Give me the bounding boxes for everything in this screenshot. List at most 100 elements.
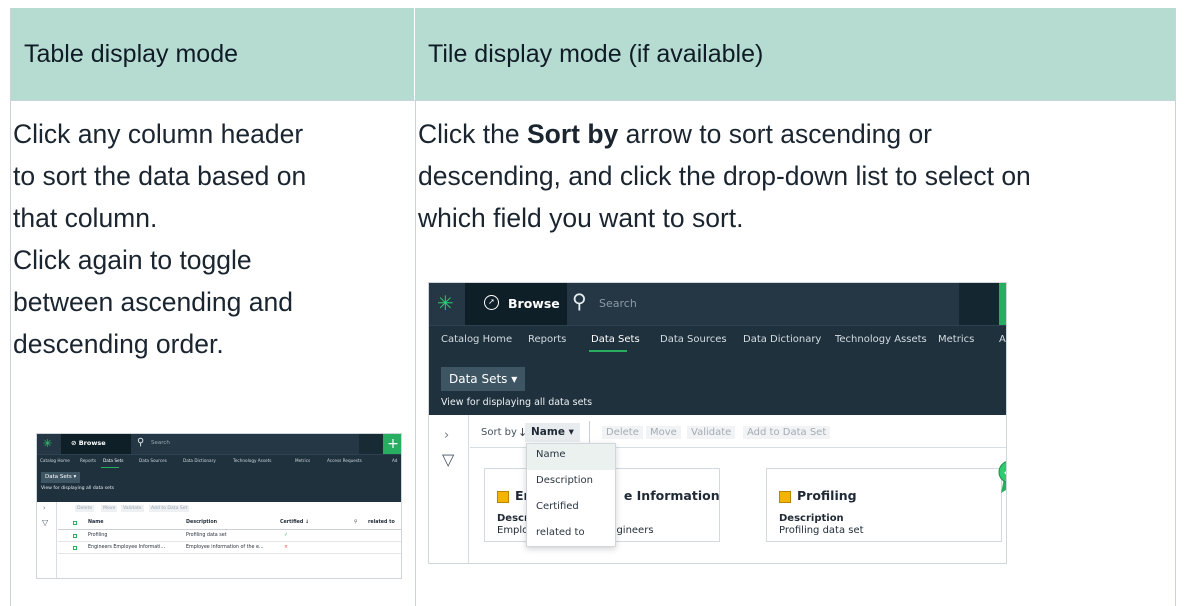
tile-description-value: Profiling data set (779, 525, 864, 536)
filter-icon[interactable]: ▽ (442, 450, 454, 469)
browse-label: Browse (78, 439, 106, 447)
nav-data-dictionary[interactable]: Data Dictionary (183, 458, 216, 463)
tile-card[interactable]: Profiling Description Profiling data set (766, 468, 1002, 542)
add-icon[interactable]: + (383, 434, 401, 454)
chevron-right-icon[interactable]: › (444, 428, 449, 443)
top-bar-spacer (959, 283, 999, 325)
search-icon[interactable]: ⚲ (572, 289, 587, 313)
cell-name[interactable]: Engineers Employee Informati... (88, 545, 165, 550)
dropdown-option-name[interactable]: Name (527, 444, 615, 470)
nav-more[interactable]: Ad (392, 458, 397, 463)
nav-data-sets[interactable]: Data Sets (591, 334, 640, 345)
nav-metrics[interactable]: Metrics (938, 334, 974, 345)
table-icon (779, 491, 791, 503)
data-table: Name Description Certified ↓ ⚲ related t… (58, 517, 401, 554)
instruction-line: which field you want to sort. (418, 203, 744, 233)
validate-button[interactable]: Validate (121, 505, 144, 512)
nav-data-sources[interactable]: Data Sources (139, 458, 167, 463)
view-header: Data Sets ▾ View for displaying all data… (37, 468, 401, 502)
dropdown-option-certified[interactable]: Certified (527, 496, 615, 522)
toolbar-separator (589, 421, 590, 445)
not-certified-icon: × (284, 545, 289, 550)
cell-description: Profiling data set (186, 533, 227, 538)
instruction-line: descending, and click the drop-down list… (418, 161, 1031, 191)
table-header-row: Name Description Certified ↓ ⚲ related t… (58, 517, 401, 530)
search-icon[interactable]: ⚲ (137, 437, 144, 448)
tile-title[interactable]: Profiling (797, 488, 857, 503)
nav-data-dictionary[interactable]: Data Dictionary (743, 334, 821, 345)
data-sets-view-button[interactable]: Data Sets ▾ (441, 367, 526, 391)
tile-description-label: Description (779, 513, 844, 524)
app-nav-bar: Catalog Home Reports Data Sets Data Sour… (37, 454, 401, 469)
column-header-related-to[interactable]: related to (368, 520, 395, 525)
side-panel (37, 502, 57, 578)
data-sets-view-button[interactable]: Data Sets ▾ (41, 472, 81, 483)
delete-button[interactable]: Delete (75, 505, 95, 512)
sort-by-label: Sort by (481, 427, 517, 438)
header-table-display-mode: Table display mode (11, 8, 415, 100)
nav-access-requests[interactable]: Access R (999, 334, 1006, 345)
dropdown-option-description[interactable]: Description (527, 470, 615, 496)
view-header: Data Sets ▾ View for displaying all data… (429, 353, 1006, 415)
column-header-description[interactable]: Description (186, 520, 217, 525)
browse-button[interactable]: ⊘ Browse (71, 439, 106, 447)
active-tab-underline (589, 350, 627, 352)
tile-mode-screenshot: ✳ ➚ Browse ⚲ Search + Catalog Home Repor… (428, 282, 1007, 564)
table-header-row: Table display mode Tile display mode (if… (11, 8, 1175, 100)
search-input[interactable]: Search (151, 440, 170, 446)
nav-access-requests[interactable]: Access Requests (327, 458, 362, 463)
certified-check-icon: ✓ (284, 533, 289, 538)
table-row[interactable]: Profiling Profiling data set ✓ (58, 530, 401, 542)
cell-name[interactable]: Profiling (88, 533, 107, 538)
compass-icon: ⊘ (71, 439, 79, 447)
nav-metrics[interactable]: Metrics (295, 458, 310, 463)
instruction-line: Click any column header (13, 119, 304, 149)
tile-mode-instructions: Click the Sort by arrow to sort ascendin… (418, 113, 1158, 239)
dropdown-option-related-to[interactable]: related to (527, 522, 615, 548)
select-all-checkbox[interactable] (73, 521, 77, 525)
delete-button[interactable]: Delete (602, 426, 643, 439)
app-top-bar: ✳ ⊘ Browse ⚲ Search + (37, 434, 401, 454)
header-tile-display-mode: Tile display mode (if available) (428, 39, 764, 68)
sort-field-dropdown-menu: Name Description Certified related to (526, 443, 616, 547)
filter-icon[interactable]: ▽ (42, 518, 48, 527)
table-mode-screenshot: ✳ ⊘ Browse ⚲ Search + Catalog Home Repor… (36, 433, 402, 579)
text-span: arrow to sort ascending or (618, 119, 933, 149)
move-button[interactable]: Move (646, 426, 681, 439)
nav-data-sources[interactable]: Data Sources (660, 334, 727, 345)
instruction-line: to sort the data based on (13, 161, 307, 191)
nav-reports[interactable]: Reports (80, 458, 96, 463)
nav-catalog-home[interactable]: Catalog Home (40, 458, 70, 463)
chevron-right-icon[interactable]: › (43, 504, 46, 512)
add-icon[interactable]: + (999, 283, 1006, 325)
search-input[interactable]: Search (599, 297, 637, 310)
column-header-certified[interactable]: Certified ↓ (280, 520, 309, 525)
app-nav-bar: Catalog Home Reports Data Sets Data Sour… (429, 325, 1006, 353)
app-logo-icon[interactable]: ✳ (43, 437, 55, 451)
view-description: View for displaying all data sets (441, 397, 593, 408)
nav-reports[interactable]: Reports (528, 334, 566, 345)
cell-description: Employee information of the e... (186, 545, 264, 550)
toolbar: Delete Move Validate Add to Data Set (37, 502, 401, 516)
sort-field-dropdown[interactable]: Name ▾ (525, 423, 580, 442)
nav-data-sets[interactable]: Data Sets (103, 458, 123, 463)
add-to-data-set-button[interactable]: Add to Data Set (149, 505, 190, 512)
row-checkbox[interactable] (73, 534, 77, 538)
instruction-line: Click the Sort by arrow to sort ascendin… (418, 113, 1158, 155)
add-to-data-set-button[interactable]: Add to Data Set (743, 426, 831, 439)
instruction-line: that column. (13, 203, 158, 233)
app-logo-icon[interactable]: ✳ (437, 292, 454, 314)
validate-button[interactable]: Validate (687, 426, 736, 439)
nav-technology-assets[interactable]: Technology Assets (835, 334, 927, 345)
browse-button[interactable]: Browse (508, 296, 560, 311)
instruction-line: between ascending and (13, 287, 293, 317)
table-row[interactable]: Engineers Employee Informati... Employee… (58, 542, 401, 554)
nav-technology-assets[interactable]: Technology Assets (233, 458, 271, 463)
certified-badge-icon (998, 461, 1006, 493)
column-search-icon[interactable]: ⚲ (354, 520, 358, 525)
nav-catalog-home[interactable]: Catalog Home (441, 334, 512, 345)
column-header-name[interactable]: Name (88, 520, 104, 525)
row-checkbox[interactable] (73, 546, 77, 550)
table-mode-instructions: Click any column header to sort the data… (13, 113, 393, 365)
move-button[interactable]: Move (101, 505, 118, 512)
